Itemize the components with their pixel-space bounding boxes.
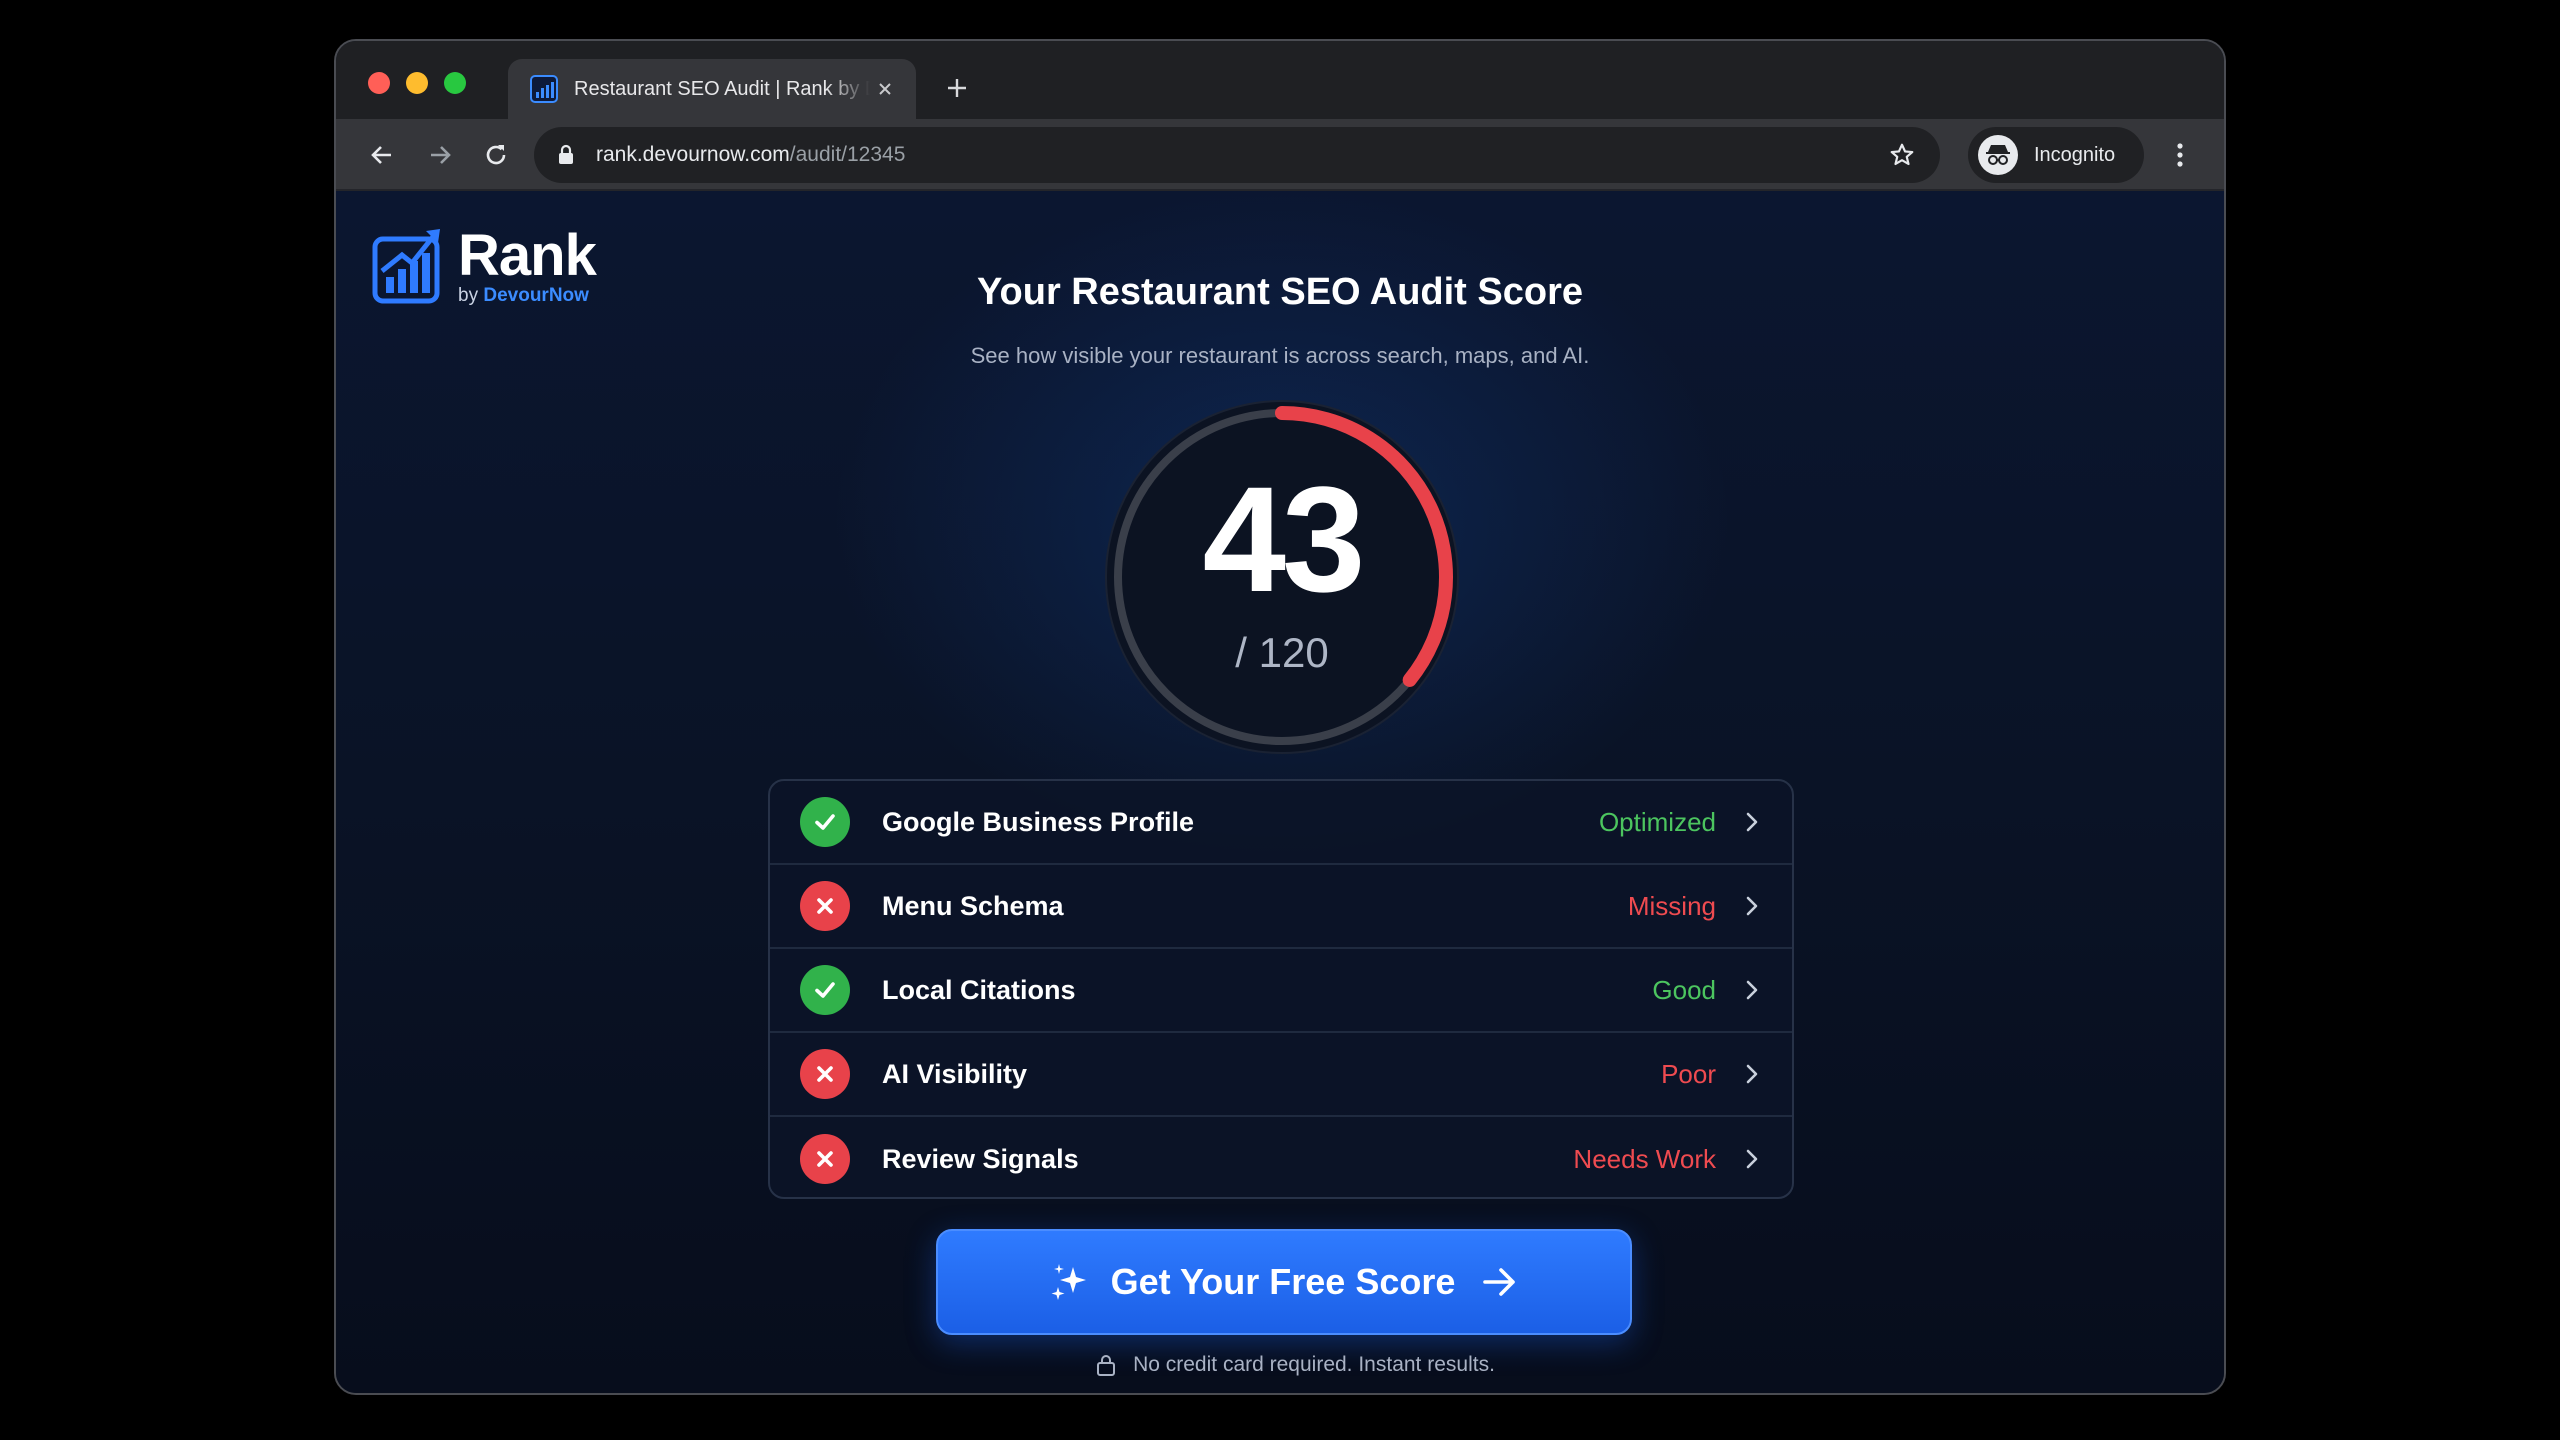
page-title: Your Restaurant SEO Audit Score xyxy=(977,271,1583,313)
audit-checklist: Google Business Profile Optimized Menu Sch… xyxy=(768,779,1794,1199)
url-host: rank.devournow.com xyxy=(596,143,790,166)
minimize-window-button[interactable] xyxy=(406,72,428,94)
score-max: / 120 xyxy=(1235,629,1329,676)
page-content: Rank by DevourNow Your Restaurant SEO Au… xyxy=(336,191,2224,1393)
checklist-row[interactable]: Review Signals Needs Work xyxy=(770,1117,1792,1201)
new-tab-icon[interactable] xyxy=(940,71,974,105)
lock-icon xyxy=(1097,1355,1116,1376)
cta-label: Get Your Free Score xyxy=(1110,1261,1456,1302)
chevron-right-icon xyxy=(1740,978,1764,1002)
chevron-right-icon xyxy=(1740,1062,1764,1086)
checklist-label: Menu Schema xyxy=(882,890,1064,921)
close-tab-icon[interactable] xyxy=(870,74,900,104)
checklist-row[interactable]: AI Visibility Poor xyxy=(770,1033,1792,1117)
incognito-label: Incognito xyxy=(2034,143,2116,166)
reload-icon[interactable] xyxy=(476,135,516,175)
checklist-label: Google Business Profile xyxy=(882,806,1195,837)
address-bar[interactable]: rank.devournow.com/audit/12345 xyxy=(534,127,1940,183)
chevron-right-icon xyxy=(1740,1147,1764,1171)
browser-tab[interactable]: Restaurant SEO Audit | Rank by DevourNow xyxy=(508,59,916,119)
score-value: 43 xyxy=(1202,455,1366,623)
incognito-icon xyxy=(1978,135,2018,175)
x-icon xyxy=(800,1049,850,1099)
get-free-score-button[interactable]: Get Your Free Score xyxy=(936,1229,1632,1335)
maximize-window-button[interactable] xyxy=(444,72,466,94)
checklist-status: Optimized xyxy=(1598,806,1716,837)
checklist-label: Review Signals xyxy=(882,1143,1079,1174)
checklist-row[interactable]: Google Business Profile Optimized xyxy=(770,781,1792,865)
tab-title: Restaurant SEO Audit | Rank by DevourNow xyxy=(574,77,870,100)
incognito-profile-button[interactable]: Incognito xyxy=(1968,127,2144,183)
checklist-status: Missing xyxy=(1627,890,1716,921)
cta-footnote: No credit card required. Instant results… xyxy=(336,1353,2224,1377)
url-path: /audit/12345 xyxy=(789,143,906,166)
lock-icon xyxy=(556,143,580,167)
bookmark-star-icon[interactable] xyxy=(1886,139,1918,171)
arrow-right-icon xyxy=(1483,1268,1516,1296)
checklist-row[interactable]: Menu Schema Missing xyxy=(770,865,1792,949)
checklist-status: Good xyxy=(1652,974,1716,1005)
check-icon xyxy=(800,965,850,1015)
checklist-status: Poor xyxy=(1661,1058,1716,1089)
checklist-label: AI Visibility xyxy=(882,1058,1028,1089)
browser-menu-icon[interactable] xyxy=(2160,135,2200,175)
url-text: rank.devournow.com/audit/12345 xyxy=(596,143,1886,167)
chevron-right-icon xyxy=(1740,810,1764,834)
browser-window: Restaurant SEO Audit | Rank by DevourNow… xyxy=(334,39,2226,1395)
sparkle-icon xyxy=(1051,1264,1086,1300)
tab-strip: Restaurant SEO Audit | Rank by DevourNow xyxy=(336,41,2224,119)
forward-arrow-icon[interactable] xyxy=(420,135,460,175)
close-window-button[interactable] xyxy=(368,72,390,94)
x-icon xyxy=(800,881,850,931)
chevron-right-icon xyxy=(1740,894,1764,918)
x-icon xyxy=(800,1134,850,1184)
checklist-status: Needs Work xyxy=(1573,1143,1716,1174)
back-arrow-icon[interactable] xyxy=(362,135,402,175)
browser-toolbar: rank.devournow.com/audit/12345 Incognito xyxy=(336,119,2224,191)
page-subtitle: See how visible your restaurant is acros… xyxy=(970,343,1590,368)
footnote-text: No credit card required. Instant results… xyxy=(1133,1353,1495,1376)
checklist-label: Local Citations xyxy=(882,974,1076,1005)
rank-favicon-icon xyxy=(530,75,558,103)
checklist-row[interactable]: Local Citations Good xyxy=(770,949,1792,1033)
check-icon xyxy=(800,797,850,847)
